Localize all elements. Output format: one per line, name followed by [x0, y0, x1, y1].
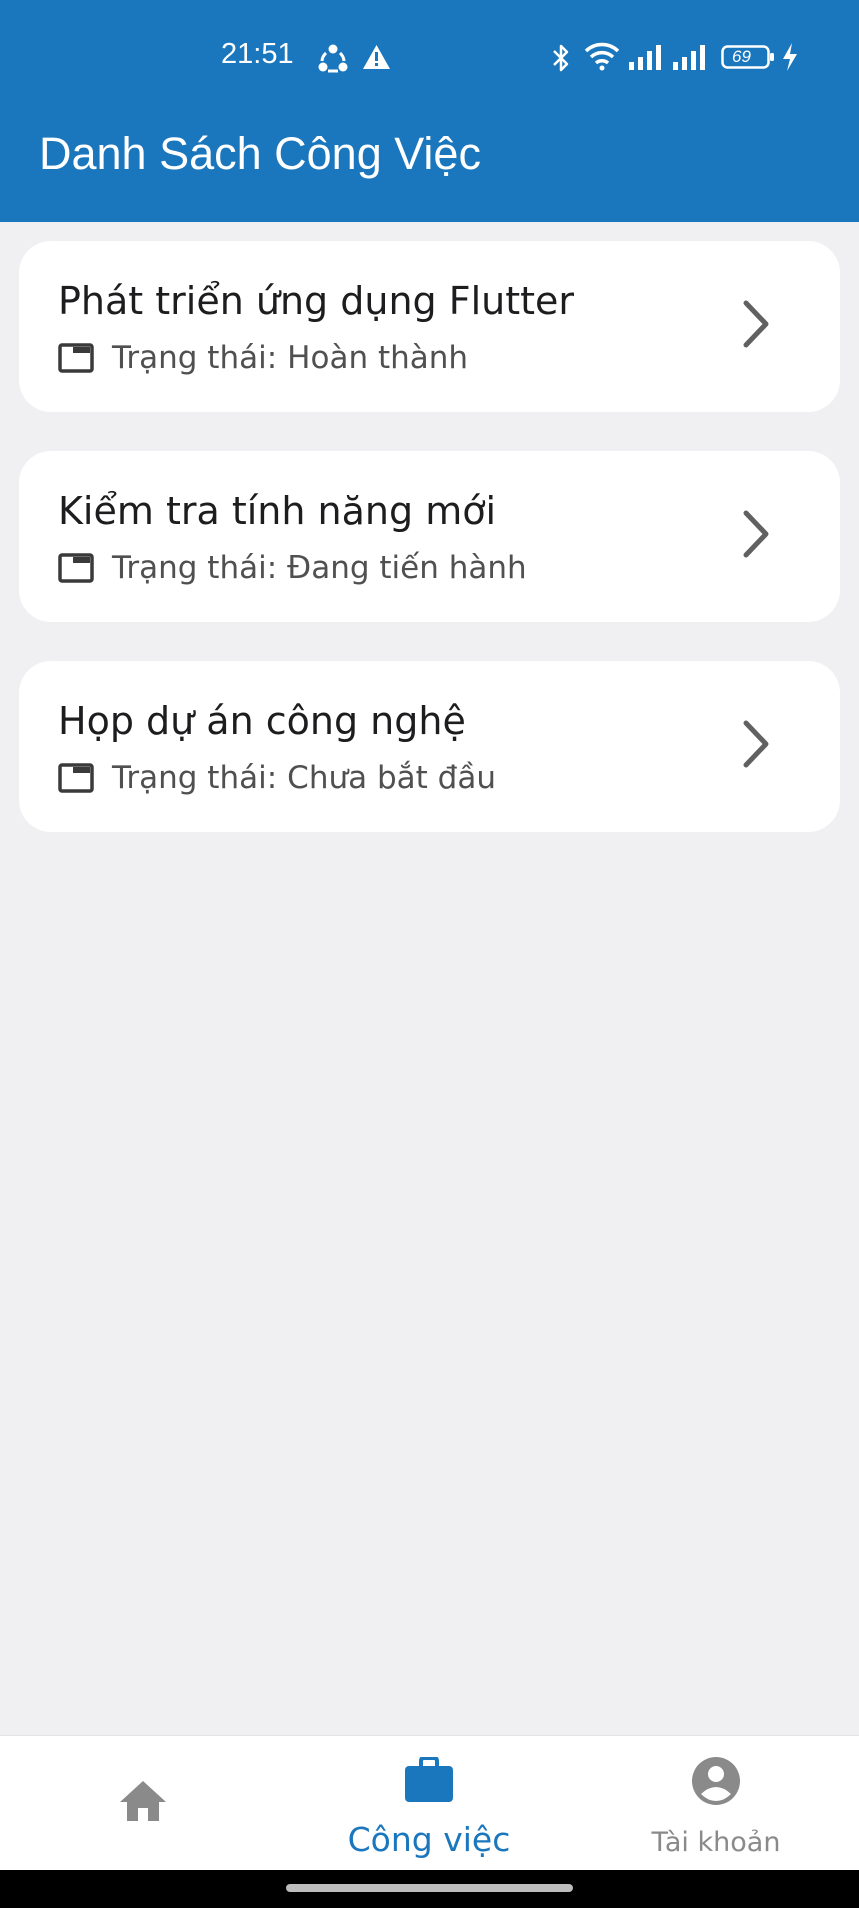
- folder-icon: [58, 553, 94, 583]
- status-label: Trạng thái:: [112, 340, 278, 376]
- chevron-right-icon: [743, 510, 769, 558]
- task-status: Trạng thái: Đang tiến hành: [58, 548, 527, 588]
- chevron-right-icon: [743, 720, 769, 768]
- nav-item-account[interactable]: Tài khoản: [573, 1736, 859, 1871]
- sync-icon: [318, 44, 348, 73]
- status-value: Chưa bắt đầu: [287, 760, 496, 796]
- status-time: 21:51: [221, 38, 294, 70]
- system-gesture-bar: [0, 1870, 859, 1908]
- signal-2-icon: [673, 45, 705, 70]
- bluetooth-icon: [553, 44, 569, 72]
- account-circle-icon: [692, 1757, 740, 1805]
- signal-1-icon: [629, 45, 661, 70]
- battery-level: 69: [732, 47, 751, 66]
- status-value: Hoàn thành: [287, 340, 469, 376]
- task-card[interactable]: Họp dự án công nghệ Trạng thái: Chưa bắt…: [19, 661, 840, 832]
- app-bar: 21:51 69 Danh Sách Công Việc: [0, 0, 859, 222]
- task-card[interactable]: Phát triển ứng dụng Flutter Trạng thái: …: [19, 241, 840, 412]
- task-title: Họp dự án công nghệ: [58, 699, 466, 743]
- page-title: Danh Sách Công Việc: [39, 128, 481, 179]
- task-title: Kiểm tra tính năng mới: [58, 489, 497, 533]
- chevron-right-icon: [743, 300, 769, 348]
- wifi-icon: [584, 42, 620, 71]
- status-value: Đang tiến hành: [287, 550, 527, 586]
- status-label: Trạng thái:: [112, 760, 278, 796]
- nav-item-home[interactable]: [0, 1736, 286, 1871]
- folder-icon: [58, 343, 94, 373]
- task-status: Trạng thái: Chưa bắt đầu: [58, 758, 496, 798]
- gesture-handle[interactable]: [286, 1884, 573, 1892]
- status-bar: 21:51 69: [0, 0, 859, 115]
- bottom-navigation: Công việc Tài khoản: [0, 1735, 859, 1871]
- warning-icon: [363, 45, 390, 69]
- charging-icon: [783, 43, 797, 71]
- nav-label-tasks: Công việc: [347, 1820, 511, 1859]
- task-status: Trạng thái: Hoàn thành: [58, 338, 468, 378]
- nav-item-tasks[interactable]: Công việc: [286, 1736, 572, 1871]
- task-title: Phát triển ứng dụng Flutter: [58, 279, 575, 323]
- task-card[interactable]: Kiểm tra tính năng mới Trạng thái: Đang …: [19, 451, 840, 622]
- briefcase-icon: [405, 1757, 453, 1802]
- task-list: Phát triển ứng dụng Flutter Trạng thái: …: [19, 241, 840, 871]
- status-label: Trạng thái:: [112, 550, 278, 586]
- home-icon: [120, 1781, 166, 1821]
- nav-label-account: Tài khoản: [651, 1827, 781, 1858]
- folder-icon: [58, 763, 94, 793]
